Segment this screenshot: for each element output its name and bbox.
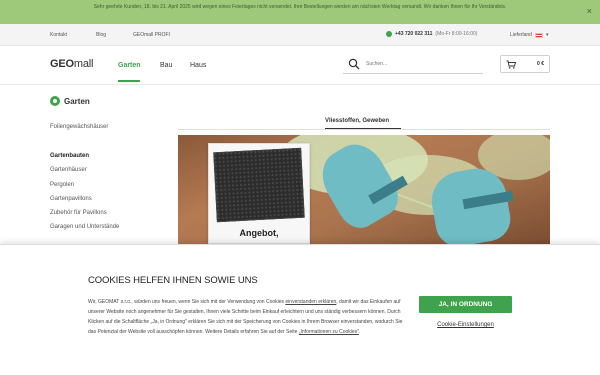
utility-bar: Kontakt Blog GEOmall PROFI +43 720 022 3… xyxy=(0,24,600,46)
blog-link[interactable]: Blog xyxy=(96,32,106,38)
cart-button[interactable]: 0 € xyxy=(500,55,550,73)
tab-divider xyxy=(178,129,550,130)
chevron-down-icon: ▾ xyxy=(545,32,549,38)
phone-number: +43 720 022 311 xyxy=(395,31,433,37)
sidebar-title-label: Garten xyxy=(64,96,90,106)
phone-icon xyxy=(386,31,392,37)
sidebar-item-gartenpavillons[interactable]: Gartenpavillons xyxy=(50,196,92,202)
search-input[interactable] xyxy=(366,59,466,69)
cookie-settings-link[interactable]: Cookie-Einstellungen xyxy=(419,322,512,328)
search-icon[interactable] xyxy=(348,58,360,70)
nav-haus[interactable]: Haus xyxy=(190,62,206,69)
cart-total: 0 € xyxy=(537,61,544,67)
tab-vliesstoffen[interactable]: Vliesstoffen, Geweben xyxy=(325,118,389,124)
logo-suffix: mall xyxy=(73,58,94,70)
sidebar-title: Garten xyxy=(50,96,90,106)
cookie-title: COOKIES HELFEN IHNEN SOWIE UNS xyxy=(88,275,258,286)
contact-link[interactable]: Kontakt xyxy=(50,32,67,38)
austria-flag-icon xyxy=(534,32,543,38)
offer-card-title: Angebot, xyxy=(239,228,279,238)
sidebar-item-gartenbauten[interactable]: Gartenbauten xyxy=(50,153,89,159)
phone-contact[interactable]: +43 720 022 311 (Mo-Fr 8:00-16:00) xyxy=(386,31,477,37)
sidebar-item-zubehoer-pavillons[interactable]: Zubehör für Pavillons xyxy=(50,210,107,216)
nav-garten[interactable]: Garten xyxy=(118,62,141,69)
logo[interactable]: GEOmall xyxy=(50,58,93,70)
cookie-info-link[interactable]: „Informationen zu Cookies" xyxy=(299,329,359,335)
country-label: Lieferland xyxy=(510,32,532,38)
cookie-consent-link[interactable]: einverstanden erklären xyxy=(285,299,336,305)
nav-active-indicator xyxy=(118,80,140,82)
opening-hours: (Mo-Fr 8:00-16:00) xyxy=(435,31,478,37)
cookie-description: Wir, GEOMAT s.r.o., würden uns freuen, w… xyxy=(88,297,406,337)
sidebar-item-pergolen[interactable]: Pergolen xyxy=(50,182,74,188)
cookie-text-part: . xyxy=(358,329,361,335)
notice-text: Sehr geehrte Kunden, 18. bis 21. April 2… xyxy=(93,4,507,10)
fleece-product-image xyxy=(213,147,305,223)
cookie-text-part: Wir, GEOMAT s.r.o., würden uns freuen, w… xyxy=(88,299,286,305)
search-underline xyxy=(343,73,483,74)
nav-bau[interactable]: Bau xyxy=(160,62,172,69)
sidebar-item-gartenhaeuser[interactable]: Gartenhäuser xyxy=(50,167,87,173)
logo-prefix: GEO xyxy=(50,58,74,70)
holiday-notice-bar: Sehr geehrte Kunden, 18. bis 21. April 2… xyxy=(0,0,600,24)
offer-card[interactable]: Angebot, xyxy=(208,143,310,244)
garden-category-icon xyxy=(50,96,60,106)
main-header: GEOmall Garten Bau Haus 0 € xyxy=(0,47,600,85)
accept-cookies-button[interactable]: JA, IN ORDNUNG xyxy=(419,296,512,313)
close-icon[interactable]: × xyxy=(587,7,592,16)
cart-icon xyxy=(506,60,516,69)
country-selector[interactable]: Lieferland ▾ xyxy=(510,32,548,38)
sidebar-item-foliengewaechshaeuser[interactable]: Foliengewächshäuser xyxy=(50,124,108,130)
geomall-profi-link[interactable]: GEOmall PROFI xyxy=(133,32,170,38)
sidebar-item-garagen-unterstaende[interactable]: Garagen und Unterstände xyxy=(50,224,119,230)
